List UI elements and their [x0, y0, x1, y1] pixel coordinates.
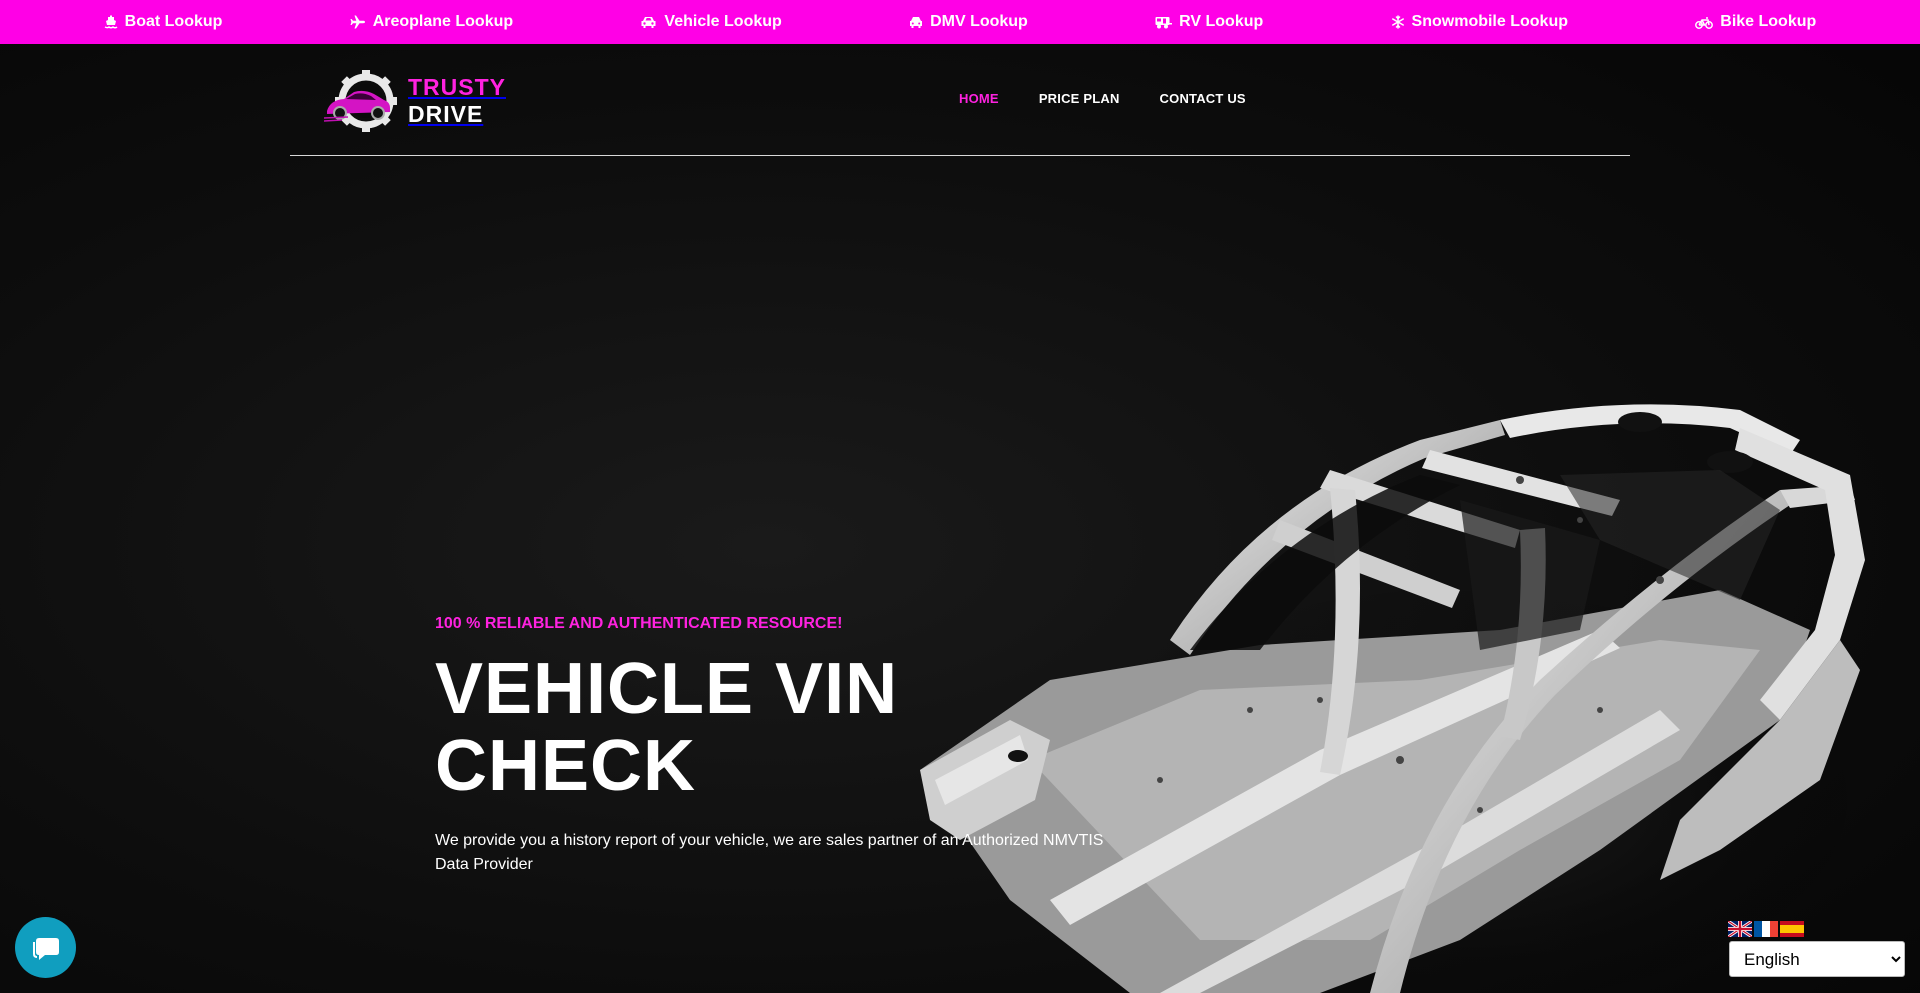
- france-flag-icon[interactable]: [1754, 921, 1778, 937]
- hero-title: VEHICLE VIN CHECK: [435, 651, 1135, 805]
- site-header: TRUSTY DRIVE HOME PRICE PLAN CONTACT US: [290, 44, 1630, 156]
- hero-title-line2: CHECK: [435, 726, 697, 806]
- spain-flag-icon[interactable]: [1780, 921, 1804, 937]
- vehicle-lookup-label: Vehicle Lookup: [664, 13, 782, 30]
- plane-icon: [350, 15, 366, 29]
- nav-contact-us[interactable]: CONTACT US: [1160, 91, 1246, 106]
- snowmobile-lookup-label: Snowmobile Lookup: [1411, 13, 1568, 30]
- rv-lookup-label: RV Lookup: [1179, 13, 1264, 30]
- site-logo[interactable]: TRUSTY DRIVE: [324, 70, 506, 132]
- bike-lookup-link[interactable]: Bike Lookup: [1695, 13, 1816, 31]
- language-select[interactable]: English: [1729, 941, 1905, 977]
- hero-eyebrow: 100 % RELIABLE AND AUTHENTICATED RESOURC…: [435, 615, 843, 632]
- chat-bubble-icon: [32, 937, 59, 960]
- hero-title-line1: VEHICLE VIN: [435, 649, 899, 729]
- snowmobile-lookup-link[interactable]: Snowmobile Lookup: [1391, 13, 1568, 31]
- lookup-bar: Boat Lookup Areoplane Lookup Vehicle Loo…: [0, 0, 1920, 44]
- areoplane-lookup-label: Areoplane Lookup: [372, 13, 514, 30]
- logo-line1: TRUSTY: [408, 74, 506, 100]
- vehicle-lookup-link[interactable]: Vehicle Lookup: [640, 13, 782, 31]
- rv-lookup-link[interactable]: RV Lookup: [1155, 13, 1263, 31]
- ship-icon: [104, 15, 118, 29]
- boat-lookup-label: Boat Lookup: [124, 13, 223, 30]
- chat-widget-button[interactable]: [15, 917, 76, 978]
- rv-icon: [1155, 16, 1173, 29]
- bicycle-icon: [1695, 16, 1714, 29]
- dmv-lookup-link[interactable]: DMV Lookup: [909, 13, 1028, 31]
- car-icon: [909, 16, 923, 29]
- gear-car-logo-icon: [324, 70, 397, 132]
- hero-section: 100 % RELIABLE AND AUTHENTICATED RESOURC…: [435, 615, 1135, 877]
- car-icon: [640, 16, 657, 29]
- logo-line2: DRIVE: [408, 101, 484, 127]
- nav-price-plan[interactable]: PRICE PLAN: [1039, 91, 1120, 106]
- uk-flag-icon[interactable]: [1728, 921, 1752, 937]
- dmv-lookup-label: DMV Lookup: [930, 13, 1028, 30]
- nav-home[interactable]: HOME: [959, 91, 999, 106]
- main-nav: HOME PRICE PLAN CONTACT US: [959, 91, 1246, 106]
- snowflake-icon: [1391, 15, 1405, 29]
- logo-text: TRUSTY DRIVE: [408, 76, 506, 126]
- language-flags: [1728, 921, 1804, 937]
- bike-lookup-label: Bike Lookup: [1720, 13, 1817, 30]
- hero-description: We provide you a history report of your …: [435, 832, 1104, 873]
- areoplane-lookup-link[interactable]: Areoplane Lookup: [350, 13, 513, 31]
- boat-lookup-link[interactable]: Boat Lookup: [104, 13, 223, 31]
